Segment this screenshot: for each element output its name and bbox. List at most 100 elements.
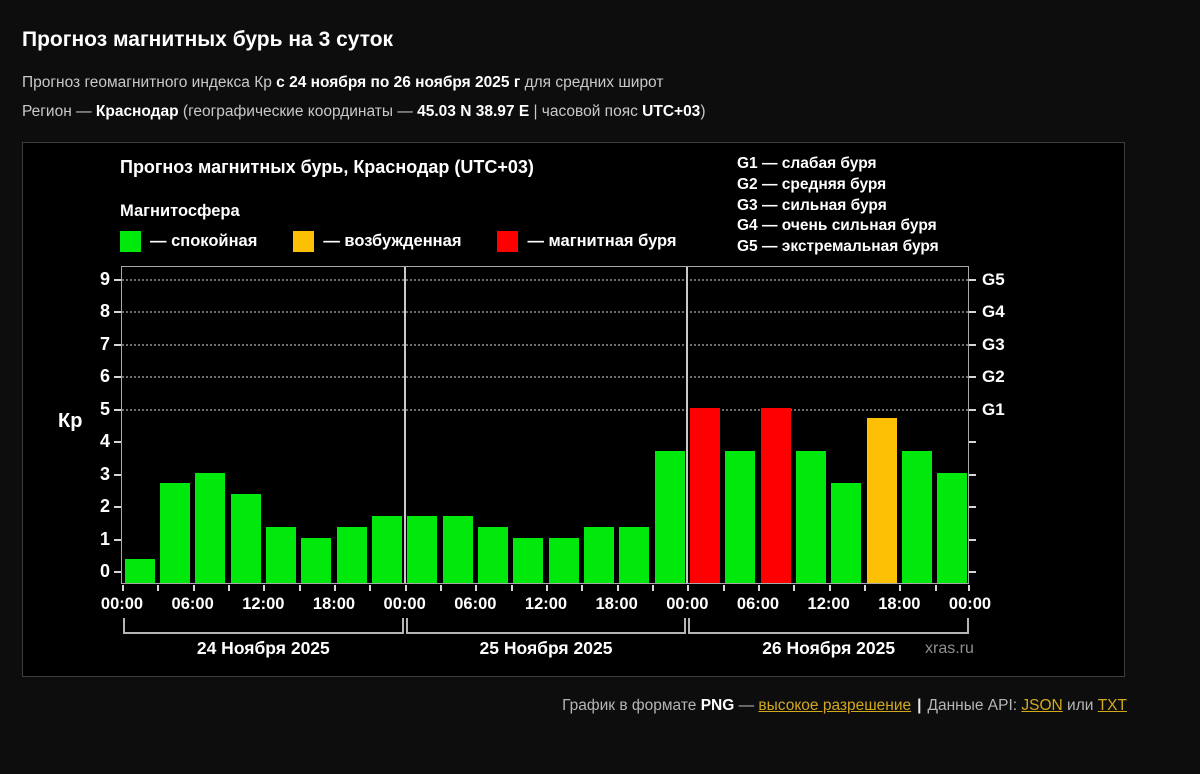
kp-bar — [513, 537, 544, 583]
kp-bar — [124, 559, 155, 583]
y-axis-tick-right — [969, 343, 976, 346]
gridline-level-7 — [122, 343, 968, 346]
x-axis-tick-label: 12:00 — [524, 595, 568, 613]
region-timezone: UTC+03 — [642, 103, 701, 120]
y-axis-tick — [114, 278, 121, 281]
txt-api-link[interactable]: TXT — [1098, 697, 1127, 714]
x-axis-tick-label: 00:00 — [383, 595, 426, 613]
x-axis-tick — [828, 585, 831, 591]
x-axis-tick — [122, 585, 124, 591]
chart-title: Прогноз магнитных бурь, Краснодар (UTC+0… — [120, 157, 534, 177]
g-axis-label-g1: G1 — [982, 399, 1005, 419]
x-axis-tick — [298, 585, 301, 591]
kp-bar — [902, 450, 932, 583]
y-axis-tick — [114, 376, 121, 378]
x-axis-tick-label: 00:00 — [666, 595, 709, 613]
x-axis-tick — [157, 585, 160, 591]
y-axis-tick-label: 5 — [99, 398, 110, 419]
y-axis-tick-right — [969, 506, 976, 508]
day-date-label: 25 Ноября 2025 — [479, 638, 613, 658]
y-axis-tick-label: 3 — [99, 463, 110, 484]
x-axis-tick — [228, 585, 230, 591]
y-axis-tick-right — [969, 278, 976, 281]
y-axis-tick-label: 6 — [99, 366, 110, 386]
x-axis-tick — [722, 585, 725, 591]
y-axis-tick — [114, 506, 121, 508]
kp-bar — [760, 407, 791, 583]
gridline-level-8 — [122, 311, 968, 313]
kp-bar — [725, 450, 756, 583]
x-axis-tick — [404, 585, 407, 591]
y-axis-tick — [114, 473, 121, 476]
page-title: Прогноз магнитных бурь на 3 суток — [22, 28, 394, 51]
y-axis-tick-right — [969, 441, 976, 443]
y-axis-tick — [114, 408, 121, 411]
y-axis-tick-label: 8 — [99, 301, 110, 321]
x-axis-tick — [510, 585, 513, 591]
x-axis-tick — [968, 585, 970, 591]
y-axis-tick — [114, 571, 121, 573]
legend-item-storm: — магнитная буря — [497, 231, 677, 252]
x-axis-tick-label: 18:00 — [595, 595, 638, 613]
x-axis-tick — [192, 585, 195, 591]
x-axis-tick-label: 12:00 — [242, 595, 285, 613]
x-axis-tick — [899, 585, 902, 591]
x-axis-tick-label: 00:00 — [100, 595, 144, 613]
day-date-label: 24 Ноября 2025 — [196, 638, 330, 658]
x-axis-tick-label: 12:00 — [807, 595, 850, 613]
gridline-level-6 — [122, 376, 968, 378]
g-scale-legend: G1 — слабая буря G2 — средняя буря G3 — … — [737, 154, 939, 258]
subtitle-dates: с 24 ноября по 26 ноября 2025 г — [276, 74, 521, 91]
png-format-label: PNG — [700, 697, 735, 714]
day-bracket — [123, 618, 404, 634]
y-axis-tick — [114, 311, 121, 313]
high-resolution-link[interactable]: высокое разрешение — [758, 697, 911, 714]
legend-label-quiet: — спокойная — [150, 232, 258, 250]
x-axis-tick-label: 18:00 — [312, 595, 356, 613]
g-axis-label-g4: G4 — [982, 302, 1005, 321]
y-axis-tick-right — [969, 408, 976, 411]
kp-bar — [407, 515, 438, 583]
x-axis-tick — [334, 585, 336, 591]
y-axis-tick-label: 4 — [99, 431, 110, 451]
day-divider — [686, 267, 689, 583]
x-axis-tick — [475, 585, 478, 591]
kp-bar — [937, 472, 968, 583]
excited-color-swatch — [293, 231, 315, 252]
kp-bar — [372, 515, 402, 583]
x-axis-tick — [263, 585, 266, 591]
kp-bar — [160, 483, 190, 583]
legend-label-storm: — магнитная буря — [527, 232, 677, 250]
x-axis-tick — [616, 585, 619, 591]
plot-area: Кр 0 1 2 3 4 5 6 7 8 9 G1 G2 G3 G4 G5 00:00 06:00 12:00 18… — [58, 266, 1005, 658]
kp-bar — [548, 537, 579, 583]
g-axis-label-g2: G2 — [982, 367, 1005, 386]
x-axis-tick-label: 00:00 — [948, 595, 992, 613]
region-name: Краснодар — [95, 103, 179, 120]
g-axis-label-g3: G3 — [982, 334, 1005, 354]
y-axis-tick-right — [969, 311, 976, 313]
kp-bar — [584, 526, 614, 583]
x-axis-tick — [369, 585, 372, 591]
g4-legend-line: G4 — очень сильная буря — [737, 217, 937, 235]
x-axis-tick — [581, 585, 584, 591]
quiet-color-swatch — [120, 231, 141, 252]
footer: График в формате PNG — высокое разрешени… — [562, 697, 1127, 714]
y-axis-tick-label: 2 — [99, 496, 110, 516]
kp-bar — [230, 494, 261, 583]
g3-legend-line: G3 — сильная буря — [737, 196, 887, 214]
x-axis-tick — [864, 585, 866, 591]
x-axis-tick — [934, 585, 937, 591]
y-axis-tick — [114, 441, 121, 443]
kp-bar — [619, 526, 650, 583]
x-axis-tick — [687, 585, 690, 591]
xras-watermark: xras.ru — [925, 640, 974, 657]
kp-bar — [831, 483, 862, 583]
x-axis-tick — [758, 585, 760, 591]
json-api-link[interactable]: JSON — [1021, 697, 1062, 714]
y-axis-tick-label: 0 — [99, 561, 110, 581]
y-axis-tick-label: 9 — [99, 268, 110, 289]
g1-legend-line: G1 — слабая буря — [737, 155, 877, 172]
magnetosphere-legend: — спокойная — возбужденная — магнитная б… — [120, 231, 713, 252]
x-axis-tick — [440, 585, 442, 591]
